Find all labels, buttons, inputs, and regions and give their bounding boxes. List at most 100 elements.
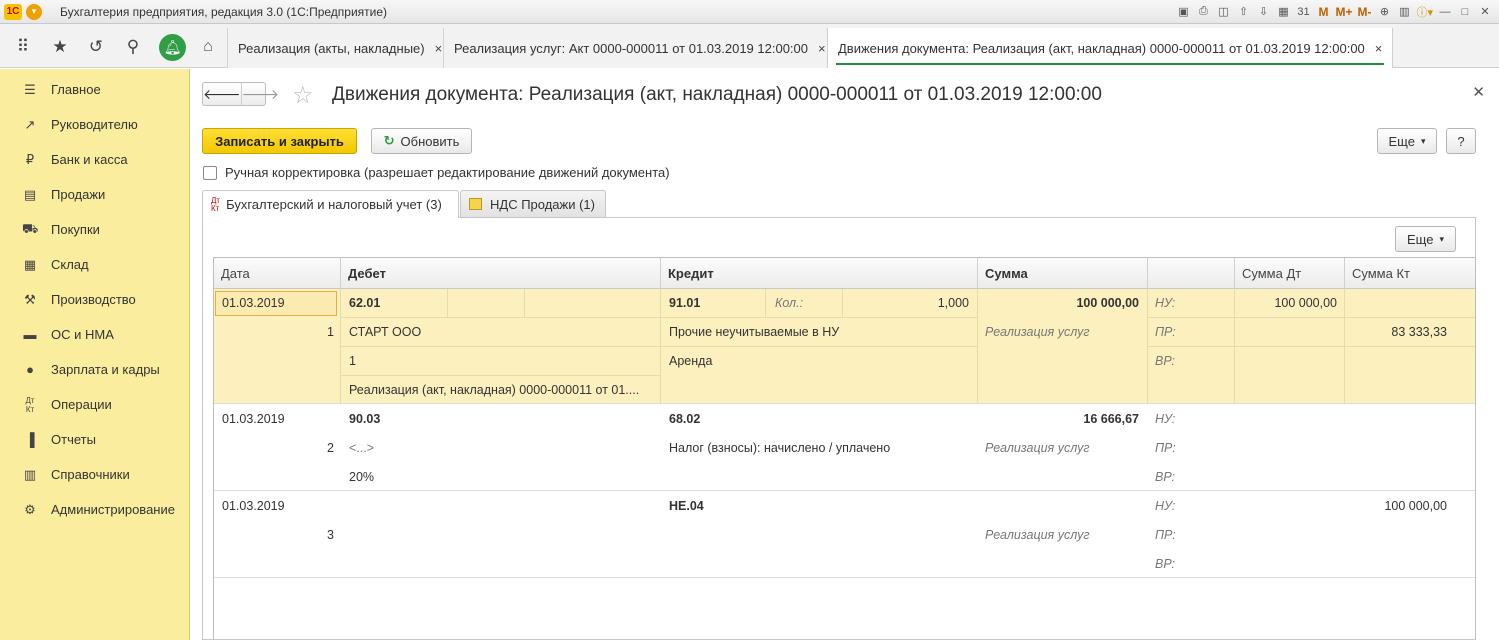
sidebar-item-label: Руководителю xyxy=(51,117,138,132)
home-icon[interactable]: ⌂ xyxy=(196,35,220,59)
debit-subconto-3: Реализация (акт, накладная) 0000-000011 … xyxy=(349,383,640,397)
minimize-icon[interactable]: — xyxy=(1437,3,1453,20)
maximize-icon[interactable]: □ xyxy=(1457,3,1473,20)
sidebar-item-reports[interactable]: ▐ Отчеты xyxy=(0,422,189,457)
nu-sum-kt: 100 000,00 xyxy=(1384,499,1447,513)
help-button[interactable]: ? xyxy=(1446,128,1476,154)
memory-button[interactable]: M xyxy=(1315,3,1331,20)
menu-icon: ☰ xyxy=(24,81,36,97)
save-icon[interactable]: ▣ xyxy=(1175,3,1191,20)
tab-label: Бухгалтерский и налоговый учет (3) xyxy=(226,197,442,212)
column-date[interactable]: Дата xyxy=(214,258,341,289)
pr-label: ПР: xyxy=(1155,325,1176,339)
column-sum[interactable]: Сумма xyxy=(978,258,1148,289)
checkbox-box[interactable] xyxy=(203,165,217,180)
search-icon[interactable]: ⚲ xyxy=(121,35,145,59)
table-row[interactable]: 01.03.2019 2 90.03 <...> 20% 68.02 Налог… xyxy=(214,404,1475,491)
vr-label: ВР: xyxy=(1155,470,1176,484)
sidebar-item-label: Отчеты xyxy=(51,432,96,447)
main-menu-dropdown-icon[interactable]: ▾ xyxy=(26,3,42,20)
sidebar-item-warehouse[interactable]: ▦ Склад xyxy=(0,247,189,282)
panels-icon[interactable]: ▥ xyxy=(1396,3,1412,20)
table-row[interactable]: 01.03.2019 3 НЕ.04 Реализация услуг НУ: … xyxy=(214,491,1475,578)
sidebar-item-purchases[interactable]: ⛟ Покупки xyxy=(0,212,189,247)
gear-icon: ⚙ xyxy=(24,501,36,517)
tab-label: Реализация услуг: Акт 0000-000011 от 01.… xyxy=(454,40,808,56)
tab-accounting[interactable]: Дт Кт Бухгалтерский и налоговый учет (3) xyxy=(202,190,459,218)
upload-icon[interactable]: ⇧ xyxy=(1235,3,1251,20)
calculator-icon[interactable]: ▦ xyxy=(1275,3,1291,20)
sidebar-item-assets[interactable]: ▬ ОС и НМА xyxy=(0,317,189,352)
more-label: Еще xyxy=(1407,231,1434,247)
grid-more-button[interactable]: Еще ▾ xyxy=(1395,226,1456,252)
main-content: 🡐 🡒 ☆ Движения документа: Реализация (ак… xyxy=(191,69,1499,640)
favorite-star-icon[interactable]: ☆ xyxy=(292,81,314,110)
column-debit[interactable]: Дебет xyxy=(341,258,661,289)
sidebar-item-production[interactable]: ⚒ Производство xyxy=(0,282,189,317)
sidebar-item-salary[interactable]: ● Зарплата и кадры xyxy=(0,352,189,387)
sidebar-item-operations[interactable]: Дт Кт Операции xyxy=(0,387,189,422)
dt-kt-icon: Дт Кт xyxy=(211,195,221,213)
manual-correction-checkbox[interactable]: Ручная корректировка (разрешает редактир… xyxy=(203,165,670,180)
close-window-icon[interactable]: ✕ xyxy=(1477,3,1493,20)
forward-arrow-icon[interactable]: 🡒 xyxy=(240,83,279,105)
apps-grid-icon[interactable]: ⠿ xyxy=(11,35,35,59)
more-button[interactable]: Еще ▾ xyxy=(1377,128,1437,154)
zoom-icon[interactable]: ⊕ xyxy=(1376,3,1392,20)
sidebar-item-main[interactable]: ☰ Главное xyxy=(0,72,189,107)
tab-document-movements[interactable]: Движения документа: Реализация (акт, нак… xyxy=(827,28,1394,68)
row-date: 01.03.2019 xyxy=(222,296,285,310)
column-sum-dt[interactable]: Сумма Дт xyxy=(1235,258,1345,289)
pr-label: ПР: xyxy=(1155,528,1176,542)
tab-realization-act[interactable]: Реализация услуг: Акт 0000-000011 от 01.… xyxy=(443,28,836,68)
sidebar-item-label: Продажи xyxy=(51,187,106,202)
register-icon xyxy=(469,198,482,210)
tab-close-icon[interactable]: × xyxy=(818,41,826,56)
tab-realization-list[interactable]: Реализация (акты, накладные) × xyxy=(227,28,453,68)
preview-icon[interactable]: ◫ xyxy=(1215,3,1231,20)
download-icon[interactable]: ⇩ xyxy=(1255,3,1271,20)
refresh-button[interactable]: ↻ Обновить xyxy=(371,128,472,154)
sidebar-item-label: Операции xyxy=(51,397,112,412)
sidebar-item-admin[interactable]: ⚙ Администрирование xyxy=(0,492,189,527)
column-type[interactable] xyxy=(1148,258,1235,289)
sidebar-item-label: Зарплата и кадры xyxy=(51,362,160,377)
tab-label: НДС Продажи (1) xyxy=(490,196,595,212)
column-credit[interactable]: Кредит xyxy=(661,258,978,289)
notifications-bell-icon[interactable]: 🔔︎ xyxy=(159,34,186,61)
memory-minus-button[interactable]: M- xyxy=(1356,3,1372,20)
sidebar-item-label: Склад xyxy=(51,257,89,272)
nu-sum-dt: 100 000,00 xyxy=(1274,296,1337,310)
column-sum-kt[interactable]: Сумма Кт xyxy=(1345,258,1475,289)
history-icon[interactable]: ↺ xyxy=(84,35,108,59)
close-form-icon[interactable]: ✕ xyxy=(1472,83,1485,101)
sidebar-item-sales[interactable]: ▤ Продажи xyxy=(0,177,189,212)
debit-account: 90.03 xyxy=(349,412,381,426)
table-header: Дата Дебет Кредит Сумма Сумма Дт Сумма К… xyxy=(214,258,1475,289)
nu-label: НУ: xyxy=(1155,296,1176,310)
ruble-icon: ₽ xyxy=(25,151,35,167)
debit-account: 62.01 xyxy=(349,296,381,310)
save-and-close-button[interactable]: Записать и закрыть xyxy=(202,128,357,154)
sidebar-item-manager[interactable]: ↗ Руководителю xyxy=(0,107,189,142)
credit-subconto-1: Налог (взносы): начислено / уплачено xyxy=(669,441,891,455)
calendar-icon[interactable]: 31 xyxy=(1295,3,1311,20)
back-arrow-icon[interactable]: 🡐 xyxy=(203,83,241,105)
credit-qty-label: Кол.: xyxy=(775,296,804,310)
tab-vat-sales[interactable]: НДС Продажи (1) xyxy=(460,190,606,217)
sidebar-item-bank[interactable]: ₽ Банк и касса xyxy=(0,142,189,177)
sidebar-item-directories[interactable]: ▥ Справочники xyxy=(0,457,189,492)
window-titlebar: 1С ▾ Бухгалтерия предприятия, редакция 3… xyxy=(0,0,1499,24)
movements-table[interactable]: Дата Дебет Кредит Сумма Сумма Дт Сумма К… xyxy=(213,257,1476,640)
favorites-icon[interactable]: ★ xyxy=(48,35,72,59)
print-icon[interactable]: ⎙ xyxy=(1195,3,1211,20)
app-logo-icon[interactable]: 1С xyxy=(4,3,22,20)
book-icon: ▥ xyxy=(23,466,37,482)
info-icon[interactable]: ⓘ▾ xyxy=(1416,3,1433,20)
tab-close-icon[interactable]: × xyxy=(1375,41,1383,56)
row-date: 01.03.2019 xyxy=(222,499,285,513)
table-row[interactable]: 01.03.2019 1 62.01 СТАРТ ООО 1 Реализаци… xyxy=(214,289,1475,404)
memory-plus-button[interactable]: M+ xyxy=(1335,3,1352,20)
refresh-icon: ↻ xyxy=(383,133,395,148)
tab-close-icon[interactable]: × xyxy=(435,41,443,56)
